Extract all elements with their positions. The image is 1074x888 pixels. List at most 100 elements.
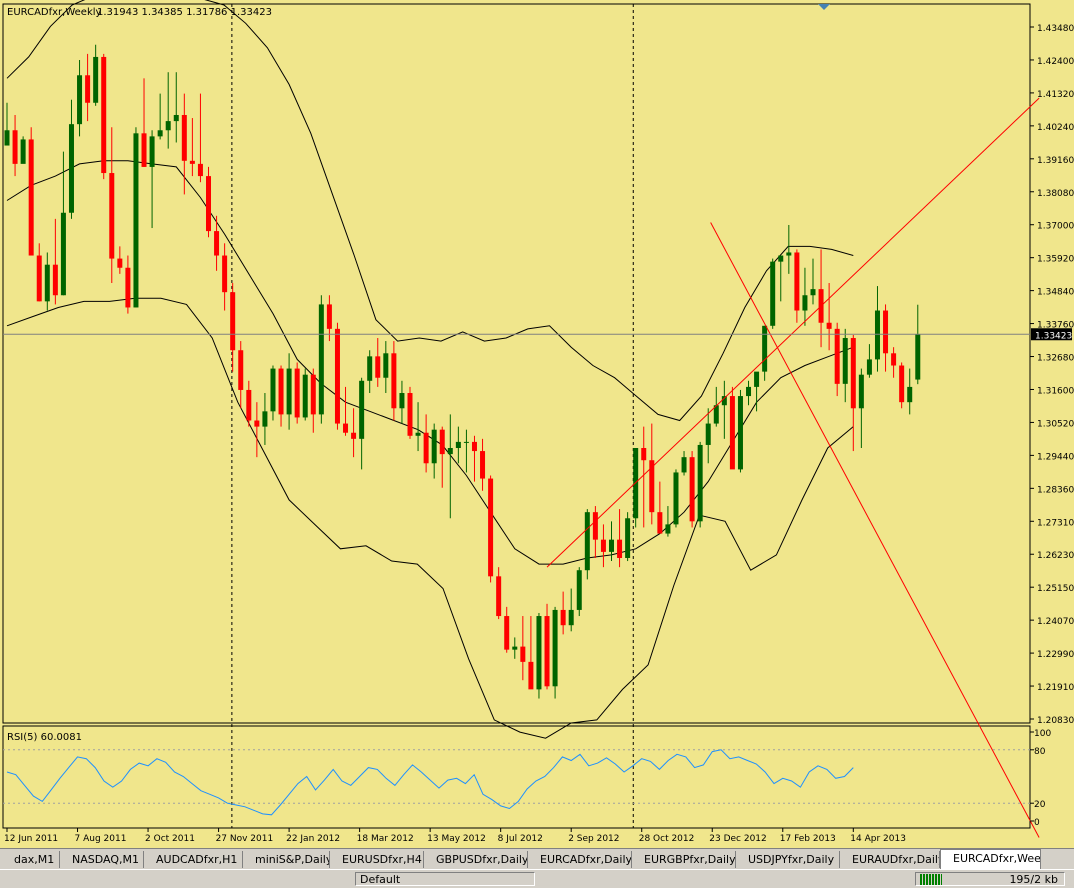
candle-body-bull	[447, 448, 453, 455]
candle-body-bull	[20, 139, 26, 164]
candle-body-bear	[899, 365, 905, 403]
chart-tab[interactable]: miniS&P,Daily	[243, 851, 330, 868]
candle-body-bull	[149, 136, 155, 167]
candle-body-bull	[705, 423, 711, 445]
status-profile-text: Default	[360, 873, 401, 886]
candle-body-bear	[101, 56, 107, 174]
date-tick-label: 27 Nov 2011	[216, 834, 274, 844]
candle-body-bull	[173, 114, 179, 122]
chart-tab-bar: dax,M1 NASDAQ,M1 AUDCADfxr,H1 miniS&P,Daily…	[0, 848, 1074, 870]
candle-body-bull	[512, 646, 518, 650]
date-tick-label: 28 Oct 2012	[639, 834, 695, 844]
candle-body-bull	[455, 441, 461, 449]
candle-body-bull	[270, 368, 276, 412]
candle-body-bear	[641, 448, 647, 461]
price-chart[interactable]: 1.43480 1.42400 1.41320 1.40240 1.39160 1.380…	[0, 0, 1074, 848]
candle-body-bull	[609, 539, 614, 552]
chart-tab[interactable]: EURCADfxr,Daily	[528, 851, 632, 868]
candle-body-bear	[560, 609, 566, 626]
candle-body-bull	[673, 472, 679, 525]
candle-body-bear	[12, 130, 18, 164]
candle-body-bull	[576, 570, 582, 610]
date-tick-label: 22 Jan 2012	[286, 834, 340, 844]
candle-body-bear	[649, 460, 655, 513]
candle-body-bear	[794, 252, 800, 311]
chart-tab[interactable]: AUDCADfxr,H1	[144, 851, 243, 868]
chart-tab[interactable]: EURAUDfxr,Daily	[840, 851, 940, 868]
price-tick-label: 1.37000	[1037, 222, 1074, 232]
candle-body-bull	[737, 396, 743, 470]
rsi-title: RSI(5) 60.0081	[7, 732, 82, 743]
chart-tab[interactable]: EURUSDfxr,H4	[330, 851, 424, 868]
candle-body-bear	[206, 176, 211, 232]
candle-body-bear	[826, 322, 832, 329]
candle-body-bear	[238, 350, 244, 390]
candle-body-bull	[915, 334, 921, 380]
candle-body-bull	[858, 374, 864, 409]
candle-body-bull	[810, 289, 816, 296]
candle-body-bear	[117, 258, 123, 268]
candle-body-bear	[334, 328, 340, 424]
candle-body-bull	[681, 457, 687, 473]
candle-body-bear	[214, 231, 220, 256]
candle-body-bull	[383, 353, 389, 378]
price-tick-label: 1.42400	[1037, 57, 1074, 67]
price-tick-label: 1.27310	[1037, 518, 1074, 528]
price-tick-label: 1.38080	[1037, 189, 1074, 199]
status-profile: Default	[355, 872, 535, 886]
chart-tab[interactable]: GBPUSDfxr,Daily	[424, 851, 528, 868]
price-tick-label: 1.34840	[1037, 288, 1074, 298]
chart-tab[interactable]: EURCADfxr,Weekly	[940, 849, 1041, 869]
price-tick-label: 1.26230	[1037, 551, 1074, 561]
candle-body-bull	[697, 444, 703, 522]
candle-body-bull	[463, 441, 469, 443]
candle-body-bear	[36, 255, 42, 302]
chart-tab[interactable]: USDJPYfxr,Daily	[736, 851, 840, 868]
date-tick-label: 7 Aug 2011	[75, 834, 127, 844]
status-bar: Default 195/2 kb	[0, 869, 1074, 888]
candle-body-bear	[125, 267, 131, 308]
candle-body-bear	[471, 441, 477, 452]
candle-body-bull	[93, 56, 99, 103]
price-tick-label: 1.22990	[1037, 650, 1074, 660]
date-tick-label: 2 Oct 2011	[145, 834, 195, 844]
candle-body-bull	[762, 325, 768, 372]
candle-body-bear	[891, 353, 897, 366]
candle-body-bull	[68, 124, 74, 213]
candle-body-bull	[302, 374, 308, 418]
current-price-label: 1.33423	[1035, 331, 1072, 341]
status-traffic-text: 195/2 kb	[1009, 873, 1058, 886]
candle-body-bull	[874, 310, 880, 360]
candle-body-bull	[318, 304, 324, 415]
price-tick-label: 1.28360	[1037, 485, 1074, 495]
candle-body-bull	[866, 359, 872, 375]
date-tick-label: 23 Dec 2012	[709, 834, 767, 844]
candle-body-bull	[157, 130, 163, 137]
candle-body-bear	[294, 368, 300, 418]
candle-body-bear	[310, 374, 316, 415]
candle-body-bull	[262, 411, 268, 427]
price-tick-label: 1.30520	[1037, 419, 1074, 429]
date-tick-label: 2 Sep 2012	[568, 834, 619, 844]
candle-body-bear	[657, 512, 663, 534]
candle-body-bear	[351, 432, 357, 439]
rsi-tick-label: 100	[1034, 729, 1051, 739]
candle-body-bull	[286, 368, 292, 415]
candle-body-bear	[375, 356, 381, 378]
chart-tab[interactable]: EURGBPfxr,Daily	[632, 851, 736, 868]
price-tick-label: 1.21910	[1037, 683, 1074, 693]
candle-body-bear	[230, 292, 236, 351]
chart-ohlc: 1.31943 1.34385 1.31786 1.33423	[97, 7, 272, 18]
candle-body-bull	[721, 396, 727, 406]
candle-body-bear	[850, 338, 856, 409]
candle-body-bull	[367, 356, 373, 381]
chart-tab[interactable]: NASDAQ,M1	[60, 851, 144, 868]
candle-body-bull	[165, 121, 171, 131]
candle-body-bear	[834, 328, 840, 384]
candle-body-bear	[246, 389, 252, 421]
chart-background	[0, 0, 1074, 848]
price-tick-label: 1.35920	[1037, 255, 1074, 265]
date-tick-label: 17 Feb 2013	[780, 834, 836, 844]
chart-tab[interactable]: dax,M1	[2, 851, 60, 868]
candle-body-bear	[254, 420, 260, 427]
